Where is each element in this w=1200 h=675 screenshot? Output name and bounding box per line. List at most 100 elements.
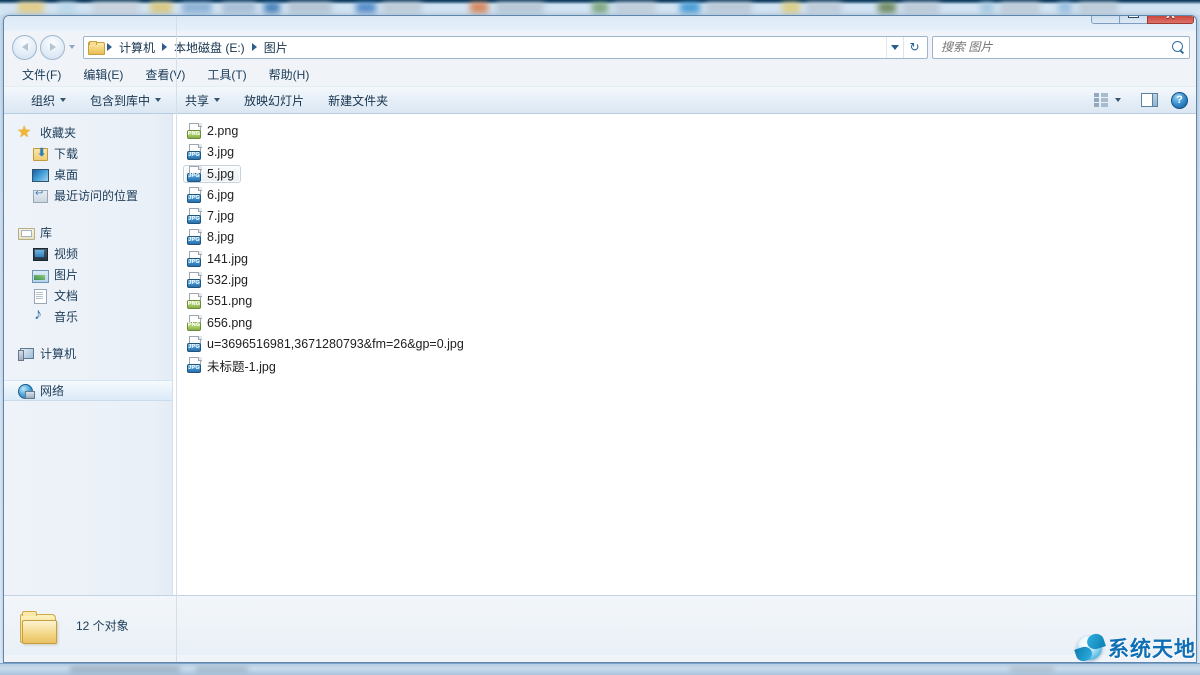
menu-item[interactable]: 查看(V) xyxy=(145,64,195,85)
file-list-item[interactable]: JPG8.jpg xyxy=(183,228,241,246)
toolbar-button[interactable]: 共享 xyxy=(176,89,229,112)
sidebar-item-库[interactable]: 库 xyxy=(4,222,172,243)
file-list-item[interactable]: JPGu=3696516981,3671280793&fm=26&gp=0.jp… xyxy=(183,335,471,353)
file-name: 656.png xyxy=(207,316,252,330)
file-list-item[interactable]: JPG6.jpg xyxy=(183,186,241,204)
jpg-file-icon: JPG xyxy=(187,336,203,352)
breadcrumb-separator-icon xyxy=(252,43,257,51)
sidebar-group: 网络 xyxy=(4,380,172,401)
background-tab xyxy=(806,2,842,13)
close-button[interactable]: X xyxy=(1147,15,1194,24)
window-controls: X xyxy=(1092,15,1194,24)
search-icon xyxy=(1172,41,1185,54)
file-list-item[interactable]: JPG未标题-1.jpg xyxy=(183,356,283,374)
jpg-file-icon: JPG xyxy=(187,272,203,288)
toolbar-button[interactable]: 新建文件夹 xyxy=(319,89,397,112)
file-list-item[interactable]: PNG 2.png xyxy=(183,122,245,140)
background-tabs-strip xyxy=(0,0,1200,15)
taskbar-item[interactable] xyxy=(196,666,248,673)
screen: X 计算机本地磁盘 (E:)图片 ↻ xyxy=(0,0,1200,675)
sidebar-item-文档[interactable]: 文档 xyxy=(4,285,172,306)
breadcrumb-item[interactable]: 计算机 xyxy=(114,37,160,58)
sidebar-item-下载[interactable]: 下载 xyxy=(4,143,172,164)
view-options-button[interactable] xyxy=(1085,90,1130,110)
breadcrumb-separator-icon xyxy=(162,43,167,51)
png-file-icon: PNG xyxy=(187,315,203,331)
file-name: 3.jpg xyxy=(207,145,234,159)
address-bar[interactable]: 计算机本地磁盘 (E:) 图片 ↻ xyxy=(83,36,928,59)
background-tab xyxy=(496,2,544,13)
help-button[interactable]: ? xyxy=(1171,92,1188,109)
minimize-button[interactable] xyxy=(1091,15,1120,24)
taskbar-item[interactable] xyxy=(1010,666,1054,673)
background-tab xyxy=(706,2,752,13)
taskbar-item[interactable] xyxy=(70,666,180,673)
sidebar-group: 计算机 xyxy=(4,343,172,364)
sidebar-item-桌面[interactable]: 桌面 xyxy=(4,164,172,185)
sidebar-item-label: 收藏夹 xyxy=(40,127,76,139)
background-tab xyxy=(264,2,280,13)
breadcrumb: 计算机本地磁盘 (E:) 图片 xyxy=(105,37,886,58)
recent-pages-button[interactable] xyxy=(65,45,79,49)
window-body: 收藏夹下载桌面最近访问的位置库视频图片文档音乐计算机网络 PNG 2.png JPG… xyxy=(4,114,1196,595)
background-tab xyxy=(1000,2,1040,13)
sidebar-item-收藏夹[interactable]: 收藏夹 xyxy=(4,122,172,143)
background-tab xyxy=(288,2,332,13)
toolbar-button-label: 放映幻灯片 xyxy=(244,92,304,109)
refresh-button[interactable]: ↻ xyxy=(903,37,925,58)
file-list-item[interactable]: PNG 656.png xyxy=(183,314,259,332)
toolbar-button[interactable]: 包含到库中 xyxy=(81,89,170,112)
breadcrumb-item[interactable]: 图片 xyxy=(259,37,293,58)
address-dropdown-button[interactable] xyxy=(886,37,903,58)
chevron-down-icon xyxy=(891,45,899,50)
sidebar-item-图片[interactable]: 图片 xyxy=(4,264,172,285)
background-tab xyxy=(614,2,656,13)
breadcrumb-item[interactable]: 本地磁盘 (E:) xyxy=(169,37,250,58)
sidebar-item-最近访问的位置[interactable]: 最近访问的位置 xyxy=(4,185,172,206)
music-icon xyxy=(32,309,48,325)
chevron-down-icon xyxy=(1115,98,1121,102)
sidebar-item-label: 库 xyxy=(40,227,52,239)
sidebar-item-网络[interactable]: 网络 xyxy=(4,380,172,401)
background-tab xyxy=(222,2,256,13)
file-list: PNG2.pngJPG3.jpgJPG5.jpgJPG6.jpgJPG7.jpg… xyxy=(177,122,1196,378)
search-input[interactable] xyxy=(941,40,1172,54)
file-list-item[interactable]: JPG532.jpg xyxy=(183,271,255,289)
menu-bar: 文件(F) 编辑(E) 查看(V) 工具(T) 帮助(H) xyxy=(4,63,1196,86)
file-list-item[interactable]: JPG7.jpg xyxy=(183,207,241,225)
menu-item[interactable]: 工具(T) xyxy=(207,64,256,85)
file-list-item[interactable]: JPG141.jpg xyxy=(183,250,255,268)
toolbar-button[interactable]: 组织 xyxy=(22,89,75,112)
jpg-file-icon: JPG xyxy=(187,251,203,267)
file-list-pane[interactable]: PNG2.pngJPG3.jpgJPG5.jpgJPG6.jpgJPG7.jpg… xyxy=(173,114,1196,595)
sidebar-item-音乐[interactable]: 音乐 xyxy=(4,306,172,327)
search-box[interactable] xyxy=(932,36,1190,59)
back-button[interactable] xyxy=(12,35,37,60)
png-file-icon: PNG xyxy=(187,123,203,139)
toolbar-button[interactable]: 放映幻灯片 xyxy=(235,89,313,112)
file-list-item[interactable]: PNG551.png xyxy=(183,292,259,310)
file-list-item[interactable]: JPG3.jpg xyxy=(183,143,241,161)
file-name: 8.jpg xyxy=(207,230,234,244)
preview-pane-button[interactable] xyxy=(1132,90,1167,110)
sidebar-item-视频[interactable]: 视频 xyxy=(4,243,172,264)
menu-item[interactable]: 帮助(H) xyxy=(269,64,320,85)
forward-button[interactable] xyxy=(40,35,65,60)
video-icon xyxy=(32,246,48,262)
toolbar-button-label: 新建文件夹 xyxy=(328,92,388,109)
file-name: 2.png xyxy=(207,124,238,138)
sidebar-item-计算机[interactable]: 计算机 xyxy=(4,343,172,364)
menu-item[interactable]: 编辑(E) xyxy=(83,64,133,85)
sidebar-item-label: 计算机 xyxy=(40,348,76,360)
file-list-item[interactable]: JPG5.jpg xyxy=(183,165,241,183)
library-icon xyxy=(18,225,34,241)
png-file-icon: PNG xyxy=(187,293,203,309)
background-tab xyxy=(470,2,488,13)
background-tab xyxy=(150,2,172,13)
background-tab xyxy=(58,2,76,13)
taskbar[interactable] xyxy=(0,663,1200,675)
menu-item[interactable]: 文件(F) xyxy=(22,64,71,85)
maximize-button[interactable] xyxy=(1119,15,1148,24)
sidebar-item-label: 下载 xyxy=(54,148,78,160)
sidebar-item-label: 图片 xyxy=(54,269,78,281)
